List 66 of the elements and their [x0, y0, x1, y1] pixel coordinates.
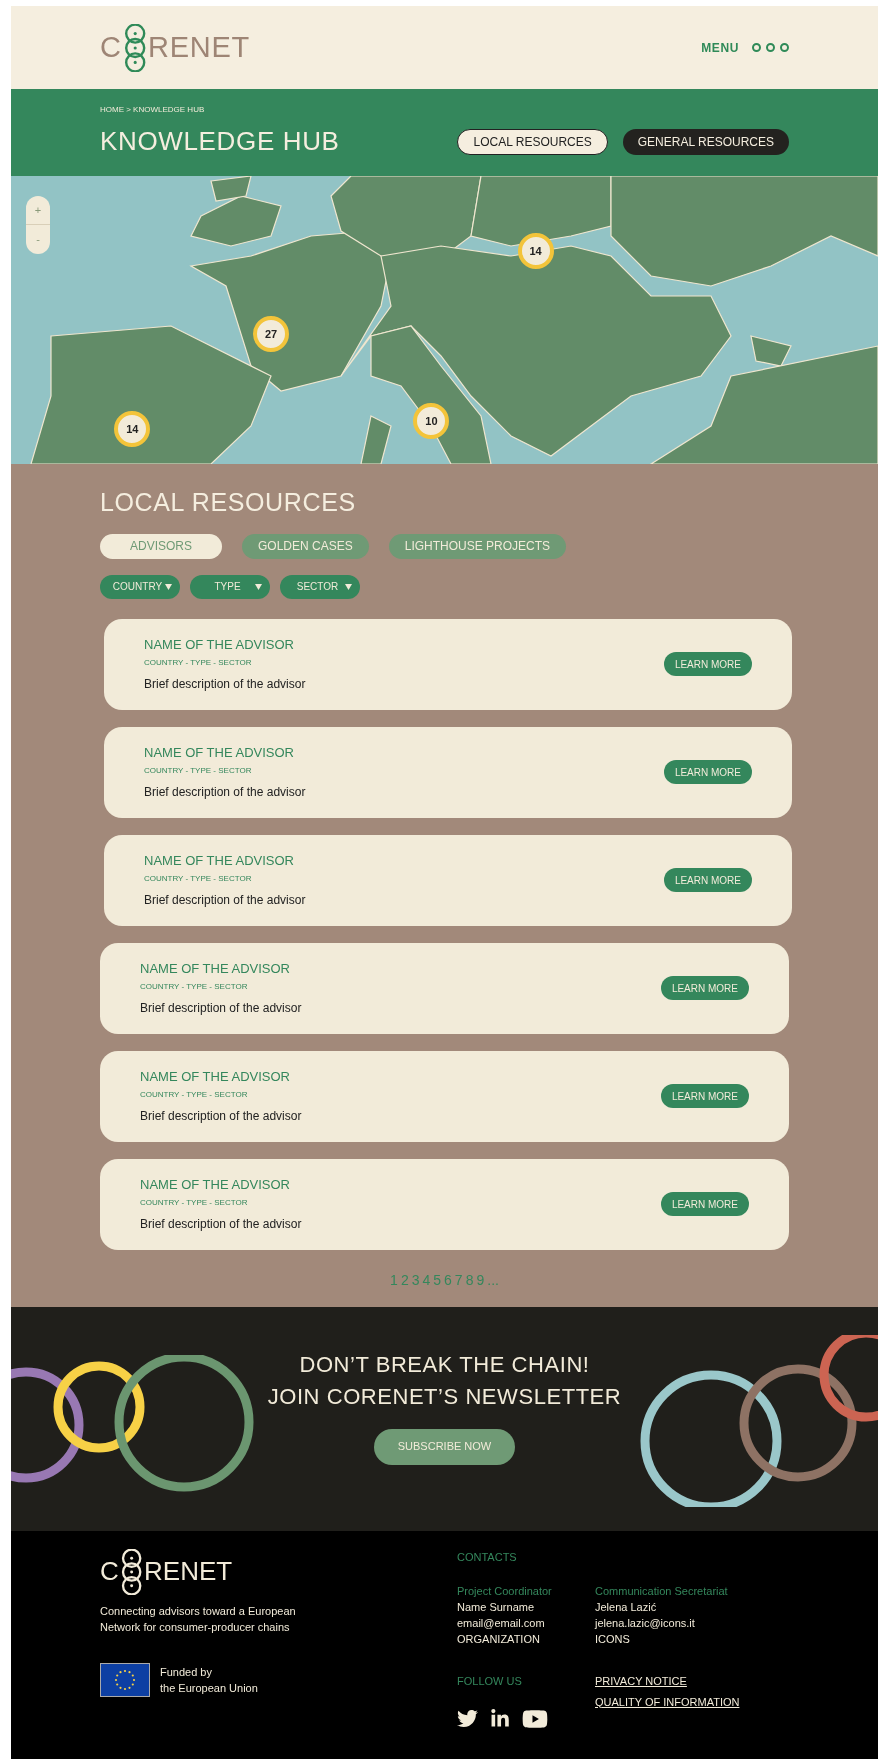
learn-more-button[interactable]: LEARN MORE — [663, 868, 752, 892]
resource-tab[interactable]: LOCAL RESOURCES — [457, 128, 608, 155]
advisor-description: Brief description of the advisor — [144, 675, 306, 693]
subscribe-button[interactable]: SUBSCRIBE NOW — [373, 1428, 516, 1465]
category-tab[interactable]: LIGHTHOUSE PROJECTS — [388, 533, 567, 559]
advisor-meta: COUNTRY - TYPE - SECTOR — [140, 1088, 249, 1101]
caret-icon — [255, 583, 262, 590]
contact-role: Communication Secretariat — [595, 1584, 728, 1599]
linkedin-icon[interactable] — [490, 1708, 510, 1729]
advisor-name: NAME OF THE ADVISOR — [144, 636, 295, 655]
advisor-description: Brief description of the advisor — [140, 999, 302, 1017]
logo-text: RENET — [144, 1555, 233, 1588]
advisor-meta: COUNTRY - TYPE - SECTOR — [140, 1196, 249, 1209]
follow-heading: FOLLOW US — [457, 1674, 523, 1689]
advisor-name: NAME OF THE ADVISOR — [144, 852, 295, 871]
advisor-meta: COUNTRY - TYPE - SECTOR — [144, 764, 253, 777]
section-title: LOCAL RESOURCES — [100, 487, 357, 518]
advisor-name: NAME OF THE ADVISOR — [140, 1176, 291, 1195]
funding-text: the European Union — [160, 1680, 258, 1696]
advisor-name: NAME OF THE ADVISOR — [140, 960, 291, 979]
filter-dropdown[interactable]: TYPE — [190, 574, 270, 599]
zoom-in-button[interactable]: + — [26, 196, 50, 225]
contact-detail: ORGANIZATION — [457, 1632, 541, 1647]
advisor-name: NAME OF THE ADVISOR — [144, 744, 295, 763]
filter-dropdown[interactable]: SECTOR — [280, 574, 360, 599]
caret-icon — [165, 583, 172, 590]
contact-role: Project Coordinator — [457, 1584, 553, 1599]
funding-text: Funded by — [160, 1664, 213, 1680]
contact-detail: email@email.com — [457, 1616, 546, 1631]
contact-detail: Jelena Lazić — [595, 1600, 658, 1615]
category-tab[interactable]: ADVISORS — [100, 533, 222, 559]
learn-more-button[interactable]: LEARN MORE — [663, 652, 752, 676]
advisor-meta: COUNTRY - TYPE - SECTOR — [144, 872, 253, 885]
eu-flag-icon — [100, 1662, 150, 1697]
logo-text: C — [100, 29, 122, 65]
resource-tab[interactable]: GENERAL RESOURCES — [622, 128, 789, 155]
learn-more-button[interactable]: LEARN MORE — [660, 1084, 749, 1108]
footer-link[interactable]: QUALITY OF INFORMATION — [595, 1693, 740, 1710]
contact-detail: ICONS — [595, 1632, 631, 1647]
logo-text: RENET — [148, 29, 250, 65]
learn-more-button[interactable]: LEARN MORE — [660, 1192, 749, 1216]
advisor-description: Brief description of the advisor — [144, 783, 306, 801]
page-title: KNOWLEDGE HUB — [100, 125, 340, 158]
advisor-description: Brief description of the advisor — [144, 891, 306, 909]
category-tab[interactable]: GOLDEN CASES — [242, 533, 369, 559]
advisor-meta: COUNTRY - TYPE - SECTOR — [144, 656, 253, 669]
filter-dropdown[interactable]: COUNTRY — [100, 574, 180, 599]
contact-detail: Name Surname — [457, 1600, 536, 1615]
menu-button[interactable]: MENU — [701, 38, 789, 57]
learn-more-button[interactable]: LEARN MORE — [663, 760, 752, 784]
newsletter-heading: DON’T BREAK THE CHAIN! — [299, 1350, 590, 1379]
contacts-heading: CONTACTS — [457, 1549, 518, 1565]
zoom-out-button[interactable]: - — [26, 225, 50, 254]
learn-more-button[interactable]: LEARN MORE — [660, 976, 749, 1000]
contact-detail: jelena.lazic@icons.it — [595, 1616, 696, 1631]
breadcrumb: HOME > KNOWLEDGE HUB — [100, 104, 206, 116]
footer-tagline: Connecting advisors toward a European Network for consumer-producer chains — [100, 1603, 297, 1635]
advisor-description: Brief description of the advisor — [140, 1107, 302, 1125]
advisor-meta: COUNTRY - TYPE - SECTOR — [140, 980, 249, 993]
advisor-name: NAME OF THE ADVISOR — [140, 1068, 291, 1087]
advisor-description: Brief description of the advisor — [140, 1215, 302, 1233]
twitter-icon[interactable] — [457, 1708, 478, 1729]
newsletter-heading: JOIN CORENET’S NEWSLETTER — [267, 1382, 622, 1411]
caret-icon — [345, 583, 352, 590]
logo-text: C — [100, 1555, 119, 1588]
footer-link[interactable]: PRIVACY NOTICE — [595, 1673, 740, 1690]
